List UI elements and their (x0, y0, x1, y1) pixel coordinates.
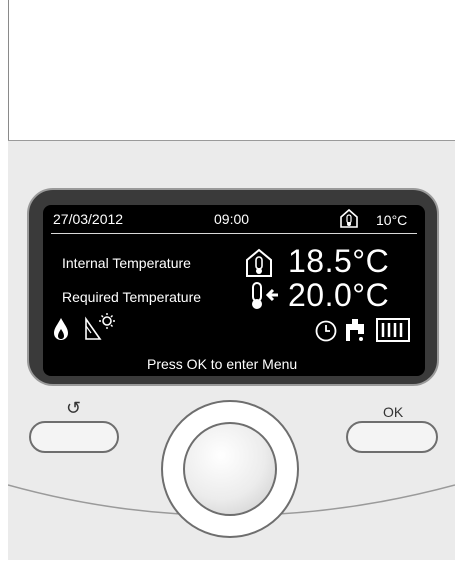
home-thermometer-icon (339, 208, 359, 233)
ok-label: OK (383, 404, 404, 420)
flame-icon (53, 317, 69, 346)
rotary-knob[interactable] (183, 422, 277, 516)
required-temp-value: 20.0°C (288, 277, 390, 313)
menu-hint: Press OK to enter Menu (147, 356, 298, 372)
tap-icon (344, 317, 370, 348)
time-label: 09:00 (214, 211, 250, 227)
radiator-icon (374, 315, 412, 348)
back-icon: ↺ (66, 398, 82, 418)
ok-button[interactable] (346, 421, 438, 453)
date-label: 27/03/2012 (53, 211, 124, 227)
status-separator (51, 233, 417, 234)
solar-panel-icon (83, 313, 117, 346)
outdoor-temp: 10°C (376, 212, 408, 228)
clock-icon (315, 320, 337, 347)
internal-temp-value: 18.5°C (288, 243, 390, 279)
thermometer-arrow-icon (248, 281, 282, 316)
required-temp-label: Required Temperature (62, 289, 202, 305)
back-button[interactable] (29, 421, 119, 453)
internal-temp-label: Internal Temperature (62, 255, 191, 271)
home-thermometer-icon (245, 248, 273, 283)
lcd-screen: 27/03/2012 09:00 10°C Internal Temperatu… (43, 205, 425, 376)
